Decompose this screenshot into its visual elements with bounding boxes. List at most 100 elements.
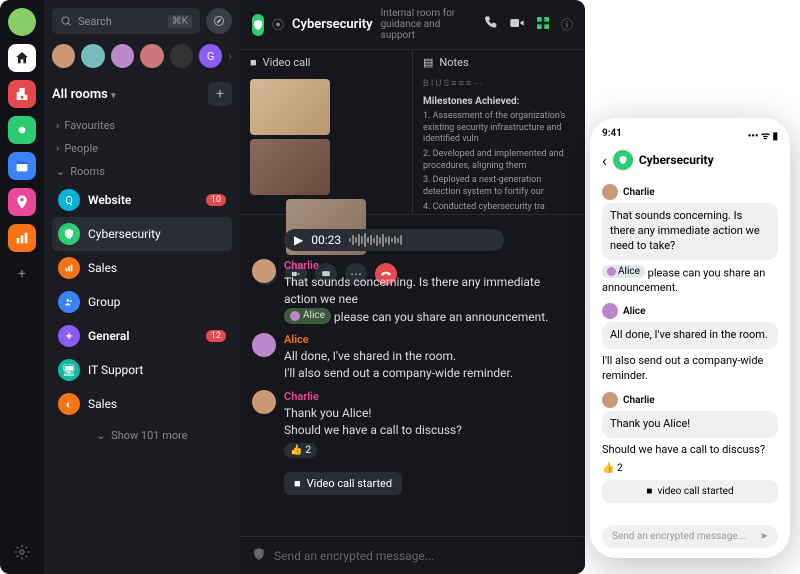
main-area: ⦿ Cybersecurity Internal room for guidan… <box>240 0 585 574</box>
audio-message[interactable]: ▶ 00:23 <box>284 229 504 251</box>
message-bubble: Thank you Alice! <box>602 411 778 438</box>
show-more-button[interactable]: ⌄ Show 101 more <box>52 421 232 450</box>
message: Alice All done, I've shared in the room.… <box>252 333 573 382</box>
person-avatar[interactable] <box>170 44 193 68</box>
notes-content[interactable]: Milestones Achieved: 1. Assessment of th… <box>413 92 585 214</box>
shield-icon <box>58 223 80 245</box>
room-label: Sales <box>88 397 226 411</box>
chevron-right-icon: › <box>56 119 59 132</box>
room-label: Cybersecurity <box>88 227 226 241</box>
room-item-group[interactable]: Group <box>52 285 232 319</box>
message-text: Should we have a call to discuss? <box>284 422 573 439</box>
video-call-icon[interactable] <box>509 15 525 34</box>
add-space-button[interactable]: + <box>8 260 36 288</box>
room-item-sales[interactable]: Sales <box>52 251 232 285</box>
person-avatar[interactable] <box>111 44 134 68</box>
message-author: Charlie <box>284 259 573 272</box>
search-shortcut: ⌘K <box>168 15 192 28</box>
mention-pill[interactable]: Alice <box>284 308 331 324</box>
notes-heading: Milestones Achieved: <box>423 96 575 107</box>
chevron-down-icon: ⌄ <box>56 165 65 178</box>
person-avatar[interactable] <box>52 44 75 68</box>
reaction-button[interactable]: 👍 2 <box>602 463 778 474</box>
video-participant[interactable] <box>250 139 330 195</box>
reaction-button[interactable]: 👍2 <box>284 443 317 458</box>
notes-panel: ▤Notes B I U S ≡ ≡ ≡ ⋯ Milestones Achiev… <box>413 50 585 214</box>
video-panel: ■Video call ⋯ <box>240 50 413 214</box>
send-icon[interactable]: ➤ <box>760 531 768 542</box>
room-icon: 🖥 <box>58 359 80 381</box>
room-item-sales-2[interactable]: ◐ Sales <box>52 387 232 421</box>
phone-composer[interactable]: Send an encrypted message... ➤ <box>602 525 778 548</box>
message-author: Alice <box>284 333 573 346</box>
apps-icon[interactable] <box>535 15 551 34</box>
call-started-event[interactable]: ■video call started <box>602 480 778 503</box>
avatar[interactable] <box>602 184 618 200</box>
info-icon[interactable]: ⓘ <box>561 16 573 33</box>
home-space[interactable] <box>8 44 36 72</box>
room-header: ⦿ Cybersecurity Internal room for guidan… <box>240 0 585 50</box>
location-space[interactable] <box>8 188 36 216</box>
favourites-group[interactable]: ›Favourites <box>52 114 232 137</box>
room-item-cybersecurity[interactable]: Cybersecurity <box>52 217 232 251</box>
explore-button[interactable] <box>206 8 232 34</box>
room-item-general[interactable]: ✦ General 12 <box>52 319 232 353</box>
unread-badge: 10 <box>206 194 226 206</box>
avatar[interactable] <box>602 303 618 319</box>
green-space[interactable] <box>8 116 36 144</box>
analytics-space[interactable] <box>8 224 36 252</box>
room-item-it-support[interactable]: 🖥 IT Support <box>52 353 232 387</box>
unread-badge: 12 <box>206 330 226 342</box>
verified-icon: ⦿ <box>272 16 284 33</box>
room-label: Sales <box>88 261 226 275</box>
avatar[interactable] <box>252 390 276 414</box>
search-icon <box>60 15 72 27</box>
play-icon[interactable]: ▶ <box>294 233 303 247</box>
avatar[interactable] <box>252 333 276 357</box>
add-room-button[interactable]: + <box>208 82 232 106</box>
person-avatar[interactable] <box>140 44 163 68</box>
notes-toolbar[interactable]: B I U S ≡ ≡ ≡ ⋯ <box>413 75 585 92</box>
message-text: Should we have a call to discuss? <box>602 441 778 460</box>
more-people-icon[interactable]: › <box>228 49 232 63</box>
room-label: IT Support <box>88 363 226 377</box>
message: Charlie Thank you Alice! Should we have … <box>252 390 573 458</box>
profile-avatar[interactable] <box>8 8 36 36</box>
mention-pill[interactable]: Alice <box>602 265 645 279</box>
message-bubble: That sounds concerning. Is there any imm… <box>602 203 778 260</box>
phone-timeline[interactable]: Charlie That sounds concerning. Is there… <box>602 178 778 519</box>
voice-call-icon[interactable] <box>483 15 499 34</box>
call-started-event[interactable]: ■Video call started <box>284 472 402 495</box>
room-label: Website <box>88 193 198 207</box>
room-item-website[interactable]: Q Website 10 <box>52 183 232 217</box>
message-composer[interactable]: Send an encrypted message... <box>240 536 585 574</box>
phone-title[interactable]: Cybersecurity <box>639 153 714 167</box>
avatar[interactable] <box>602 392 618 408</box>
back-button[interactable]: ‹ <box>602 151 607 170</box>
room-icon: Q <box>58 189 80 211</box>
notes-icon: ▤ <box>423 56 433 69</box>
settings-icon[interactable] <box>8 538 36 566</box>
mobile-app: 9:41 ••• ᯤ ▮ ‹ Cybersecurity Charlie Tha… <box>590 118 790 558</box>
rooms-group[interactable]: ⌄Rooms <box>52 160 232 183</box>
room-label: General <box>88 329 198 343</box>
search-input[interactable]: Search ⌘K <box>52 8 200 34</box>
calendar-space[interactable] <box>8 152 36 180</box>
person-avatar[interactable] <box>81 44 104 68</box>
phone-message: Charlie That sounds concerning. Is there… <box>602 184 778 297</box>
section-title[interactable]: All rooms ▾ <box>52 87 116 102</box>
person-avatar[interactable]: G <box>199 44 222 68</box>
room-icon <box>58 257 80 279</box>
video-participant[interactable] <box>250 79 330 135</box>
org-space[interactable] <box>8 80 36 108</box>
message-bubble: All done, I've shared in the room. <box>602 322 778 349</box>
panel-title: Video call <box>263 56 311 69</box>
status-time: 9:41 <box>602 128 622 142</box>
video-icon: ■ <box>250 56 257 69</box>
widget-panels: ■Video call ⋯ ▤Notes B I U S ≡ ≡ ≡ ⋯ <box>240 50 585 215</box>
people-group[interactable]: ›People <box>52 137 232 160</box>
waveform-icon <box>349 233 402 247</box>
audio-time: 00:23 <box>311 233 341 247</box>
message-timeline[interactable]: ▶ 00:23 Charlie That sounds concerning. … <box>240 215 585 536</box>
avatar[interactable] <box>252 259 276 283</box>
